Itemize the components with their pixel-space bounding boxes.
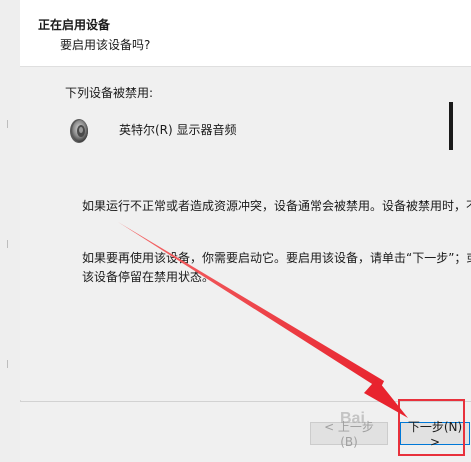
enable-instruction-line: 如果要再使用该设备，你需要启动它。要启用该设备，请单击“下一步”；或 [82,251,471,265]
disabled-reason-text: 如果运行不正常或者造成资源冲突，设备通常会被禁用。设备被禁用时，不 [82,199,471,213]
disabled-devices-caption: 下列设备被禁用: [65,86,154,100]
enable-instruction-text: 如果要再使用该设备，你需要启动它。要启用该设备，请单击“下一步”；或 该设备停留… [82,249,471,287]
wizard-title: 正在启用设备 [38,18,111,32]
strip-tick [7,360,8,368]
strip-tick [7,120,8,128]
watermark-logo: Bai [340,410,365,427]
speaker-icon [70,119,88,143]
background-window-strip [0,0,21,462]
strip-tick [7,240,8,248]
enable-device-wizard: 正在启用设备 要启用该设备吗? 下列设备被禁用: 英特尔(R) 显示器音频 如果… [0,0,471,462]
wizard-content: 下列设备被禁用: 英特尔(R) 显示器音频 如果运行不正常或者造成资源冲突，设备… [20,67,471,400]
device-name: 英特尔(R) 显示器音频 [119,123,237,137]
wizard-subtitle: 要启用该设备吗? [60,38,151,52]
enable-instruction-line: 该设备停留在禁用状态。 [82,270,215,284]
wizard-header: 正在启用设备 要启用该设备吗? [20,0,471,67]
background-window-edge [449,102,453,150]
annotation-highlight-box [398,399,465,456]
device-list-item: 英特尔(R) 显示器音频 [65,115,445,147]
